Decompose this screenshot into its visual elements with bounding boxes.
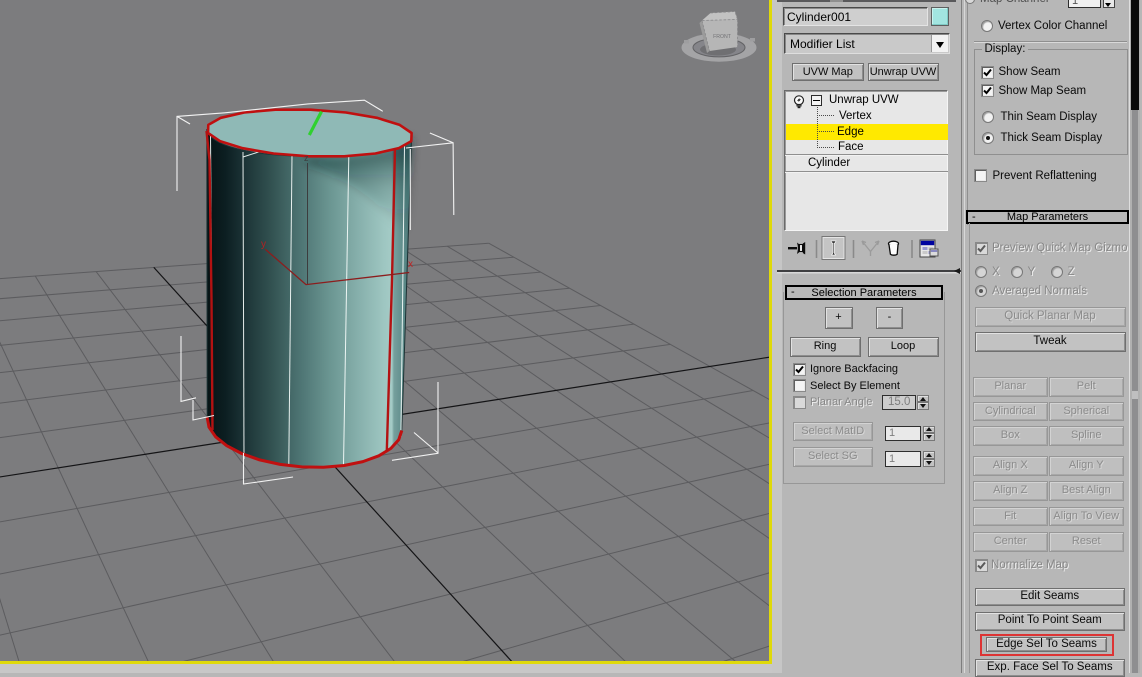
svg-text:FRONT: FRONT [713,34,732,40]
svg-text:y: y [261,239,266,250]
svg-text:z: z [304,153,309,163]
svg-text:x: x [408,259,413,270]
